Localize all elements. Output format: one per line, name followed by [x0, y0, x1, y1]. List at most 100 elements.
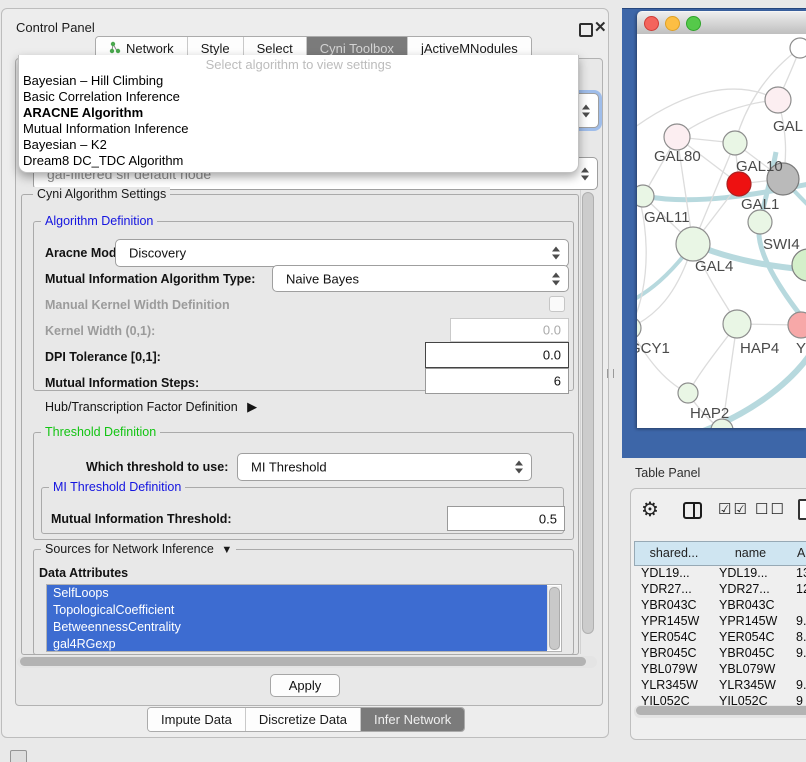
algorithm-dropdown-popup: Select algorithm to view settings Bayesi…	[18, 55, 579, 173]
table-row-ybr045c[interactable]: YBR045CYBR045C9.	[634, 645, 806, 661]
table-cell: YBL079W	[712, 661, 796, 677]
dropdown-item-dream8-dc-tdc-algorithm[interactable]: Dream8 DC_TDC Algorithm	[19, 153, 578, 169]
select-all-icon[interactable]: ☑☑	[718, 500, 749, 518]
apply-button[interactable]: Apply	[270, 674, 340, 697]
table-cell: YBR045C	[634, 645, 719, 661]
kernel-width-input[interactable]: 0.0	[450, 318, 569, 342]
network-node-gal4[interactable]	[676, 227, 710, 261]
tab-impute-data[interactable]: Impute Data	[148, 708, 246, 731]
column-header-a[interactable]: A	[789, 541, 806, 566]
table-row-yer054c[interactable]: YER054CYER054C8.	[634, 629, 806, 645]
network-window-titlebar[interactable]	[637, 11, 806, 35]
network-node-gcy1[interactable]	[637, 317, 641, 339]
table-row-ybr043c[interactable]: YBR043CYBR043C	[634, 597, 806, 613]
dropdown-item-bayesian-hill-climbing[interactable]: Bayesian – Hill Climbing	[19, 73, 578, 89]
tab-discretize-data[interactable]: Discretize Data	[246, 708, 361, 731]
table-cell: YPR145W	[712, 613, 796, 629]
new-table-icon[interactable]	[798, 499, 806, 520]
attribute-item-gal4rgexp[interactable]: gal4RGexp	[47, 636, 547, 652]
cyni-bottom-tabs: Impute DataDiscretize DataInfer Network	[147, 707, 465, 732]
gear-icon[interactable]: ⚙	[641, 497, 659, 522]
hub-factor-expander[interactable]: Hub/Transcription Factor Definition ▶	[45, 399, 257, 415]
table-row-ybl079w[interactable]: YBL079WYBL079W	[634, 661, 806, 677]
split-pane-grip[interactable]	[607, 369, 614, 378]
tab-infer-network[interactable]: Infer Network	[361, 708, 464, 731]
zoom-traffic-light-icon[interactable]	[686, 16, 701, 31]
table-cell: 9.	[789, 613, 806, 629]
dpi-tolerance-value: 0.0	[543, 348, 561, 363]
dropdown-item-mutual-information-inference[interactable]: Mutual Information Inference	[19, 121, 578, 137]
table-cell: YLR345W	[634, 677, 719, 693]
attribute-item-topologicalcoefficient[interactable]: TopologicalCoefficient	[47, 602, 547, 619]
network-node-y[interactable]	[788, 312, 806, 338]
threshold-definition-label: Threshold Definition	[41, 425, 160, 439]
application-root: Control Panel ✕ NetworkStyleSelectCyni T…	[0, 0, 806, 762]
close-traffic-light-icon[interactable]	[644, 16, 659, 31]
mi-steps-input[interactable]: 6	[425, 368, 569, 394]
attribute-item-selfloops[interactable]: SelfLoops	[47, 585, 547, 602]
minimize-traffic-light-icon[interactable]	[665, 16, 680, 31]
dropdown-item-bayesian-k2[interactable]: Bayesian – K2	[19, 137, 578, 153]
mi-steps-value: 6	[554, 374, 561, 389]
kernel-width-label: Kernel Width (0,1):	[45, 324, 155, 338]
cyni-algorithm-settings-label: Cyni Algorithm Settings	[33, 187, 170, 201]
settings-vertical-scrollbar[interactable]	[580, 190, 594, 654]
table-horizontal-scrollbar[interactable]	[634, 705, 806, 718]
column-header-shared[interactable]: shared...	[634, 541, 714, 566]
minimized-window-icon[interactable]	[10, 750, 27, 762]
table-cell: YDL19...	[712, 565, 796, 581]
table-row-ydr27[interactable]: YDR27...YDR27...12	[634, 581, 806, 597]
network-node-hap2[interactable]	[678, 383, 698, 403]
dropdown-item-basic-correlation-inference[interactable]: Basic Correlation Inference	[19, 89, 578, 105]
table-cell: YER054C	[634, 629, 719, 645]
network-node-label: GAL11	[644, 209, 690, 226]
network-node-gal10[interactable]	[723, 131, 747, 155]
deselect-all-icon[interactable]: ☐☐	[755, 500, 786, 518]
manual-kernel-width-checkbox[interactable]	[549, 296, 565, 312]
network-node-gal1[interactable]	[727, 172, 751, 196]
network-node-unlabeled[interactable]	[792, 249, 806, 281]
table-cell: YBL079W	[634, 661, 719, 677]
mi-threshold-label: Mutual Information Threshold:	[51, 512, 232, 526]
network-node-label: GCY1	[637, 340, 670, 357]
table-cell: 9.	[789, 645, 806, 661]
dpi-tolerance-input[interactable]: 0.0	[425, 342, 569, 368]
stepper-icon	[552, 271, 561, 286]
network-node-swi4[interactable]	[748, 210, 772, 234]
network-node-label: GAL1	[741, 196, 779, 213]
attribute-item-betweennesscentrality[interactable]: BetweennessCentrality	[47, 619, 547, 636]
tab-label: Style	[201, 41, 230, 56]
float-window-icon[interactable]	[579, 23, 593, 37]
aracne-mode-value: Discovery	[129, 246, 186, 261]
table-cell: 8.	[789, 629, 806, 645]
mdi-desktop: GALGAL80GAL10GAL1GAL11SWI4GAL4GCY1HAP4YH…	[622, 8, 806, 458]
network-node-gal[interactable]	[765, 87, 791, 113]
table-row-ylr345w[interactable]: YLR345WYLR345W9.	[634, 677, 806, 693]
network-node-gal80[interactable]	[664, 124, 690, 150]
columns-icon[interactable]	[683, 502, 702, 519]
which-threshold-select[interactable]: MI Threshold	[237, 453, 532, 481]
tab-label: jActiveMNodules	[421, 41, 518, 56]
sources-expander[interactable]: Sources for Network Inference ▼	[41, 542, 236, 556]
data-attributes-list[interactable]: SelfLoopsTopologicalCoefficientBetweenne…	[46, 584, 562, 652]
table-row-ypr145w[interactable]: YPR145WYPR145W9.	[634, 613, 806, 629]
settings-horizontal-scrollbar[interactable]	[17, 656, 597, 668]
network-node-gal11[interactable]	[637, 185, 654, 207]
table-cell: 9.	[789, 677, 806, 693]
table-row-ydl19[interactable]: YDL19...YDL19...13	[634, 565, 806, 581]
network-node-label: GAL10	[736, 158, 783, 175]
tab-label: Cyni Toolbox	[320, 41, 394, 56]
list-vertical-scrollbar[interactable]	[547, 586, 560, 650]
mi-threshold-input[interactable]: 0.5	[447, 506, 565, 531]
close-icon[interactable]: ✕	[594, 18, 607, 36]
mi-algorithm-type-select[interactable]: Naive Bayes	[272, 265, 569, 292]
column-header-name[interactable]: name	[712, 541, 790, 566]
network-canvas[interactable]: GALGAL80GAL10GAL1GAL11SWI4GAL4GCY1HAP4YH…	[637, 34, 806, 428]
dropdown-item-aracne-algorithm[interactable]: ARACNE Algorithm	[19, 105, 578, 121]
network-node-label: GAL	[773, 118, 803, 135]
network-node-hap4[interactable]	[723, 310, 751, 338]
network-node-unlabeled[interactable]	[790, 38, 806, 58]
mi-threshold-group-label: MI Threshold Definition	[49, 480, 185, 494]
aracne-mode-select[interactable]: Discovery	[115, 239, 569, 267]
table-cell: 13	[789, 565, 806, 581]
